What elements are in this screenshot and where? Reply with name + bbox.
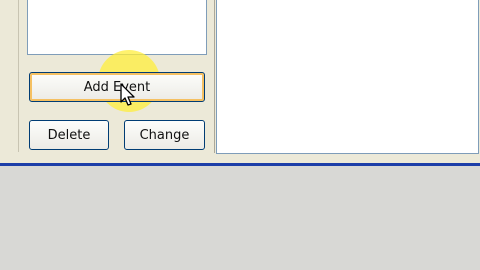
change-button[interactable]: Change bbox=[124, 120, 205, 150]
event-list[interactable] bbox=[27, 0, 207, 55]
window-left-frame bbox=[0, 0, 19, 163]
panel-footer bbox=[0, 152, 214, 163]
delete-button[interactable]: Delete bbox=[29, 120, 109, 150]
app-window: Add Event Delete Change bbox=[0, 0, 480, 163]
background-area bbox=[0, 166, 480, 270]
arrow-cursor-icon bbox=[120, 83, 135, 106]
add-event-button[interactable]: Add Event bbox=[29, 72, 205, 102]
event-details-pane[interactable] bbox=[216, 0, 479, 154]
